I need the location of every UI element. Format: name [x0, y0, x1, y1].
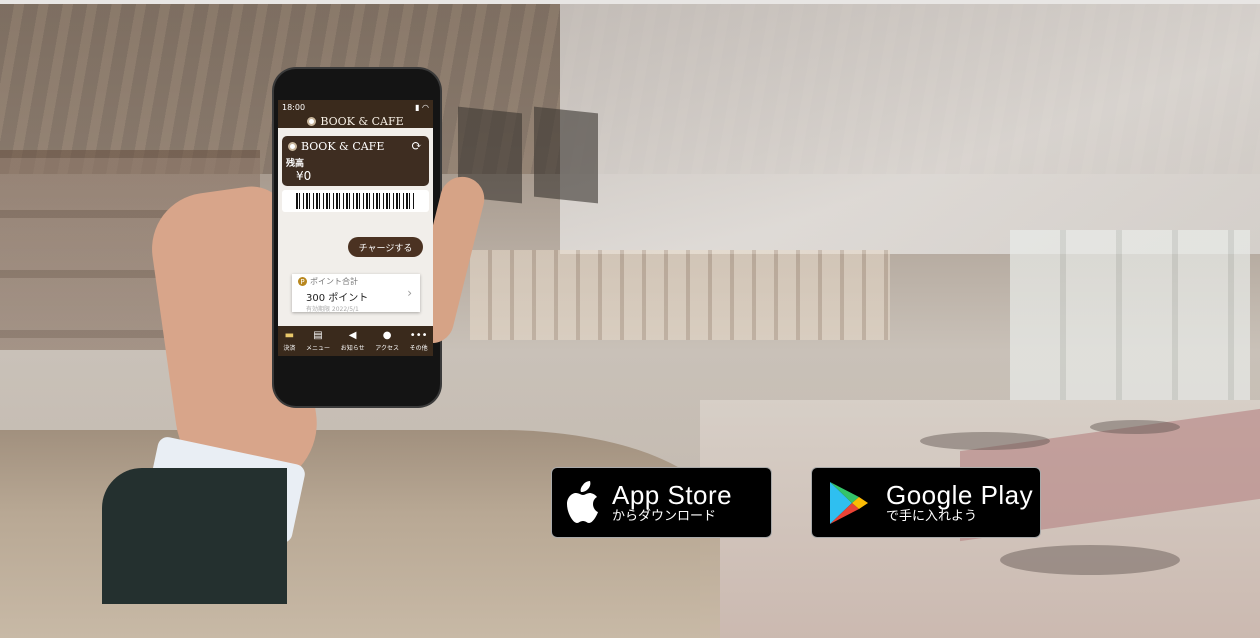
app-store-subtitle: からダウンロード — [612, 508, 717, 524]
tab-news[interactable]: ◀ お知らせ — [340, 329, 365, 352]
logo-icon — [307, 116, 317, 126]
refresh-icon[interactable]: ⟳ — [411, 139, 422, 154]
points-icon: P — [298, 277, 307, 286]
points-value: 300 ポイント — [306, 293, 369, 304]
menu-sign — [534, 106, 598, 204]
google-play-icon — [812, 480, 886, 526]
card-brand: BOOK & CAFE — [288, 140, 384, 153]
payment-icon: ▬ — [284, 329, 295, 341]
tab-label: 決済 — [283, 344, 296, 352]
points-label-row: P ポイント合計 — [298, 276, 358, 287]
app-store-button[interactable]: App Store からダウンロード — [551, 467, 772, 538]
windows — [1010, 230, 1250, 410]
tab-payment[interactable]: ▬ 決済 — [283, 329, 296, 352]
tab-label: その他 — [409, 344, 428, 352]
logo-icon — [288, 142, 297, 151]
points-label: ポイント合計 — [310, 277, 358, 286]
tab-label: アクセス — [375, 344, 399, 352]
barcode-icon — [295, 193, 416, 209]
tab-label: お知らせ — [340, 344, 365, 352]
app-title: BOOK & CAFE — [320, 114, 404, 128]
tab-other[interactable]: ••• その他 — [409, 329, 428, 352]
google-play-button[interactable]: Google Play で手に入れよう — [811, 467, 1041, 538]
app-screen: 18:00 ▮ ◠ BOOK & CAFE BOOK & CAFE ⟳ 残高 ¥… — [278, 100, 433, 356]
chevron-right-icon: › — [407, 286, 412, 300]
tab-bar: ▬ 決済 ▤ メニュー ◀ お知らせ ● アクセス ••• その他 — [278, 326, 433, 356]
google-play-text: Google Play で手に入れよう — [886, 481, 1033, 525]
prepaid-card: BOOK & CAFE ⟳ 残高 ¥0 — [282, 136, 429, 186]
signal-wifi-icon: ▮ ◠ — [415, 102, 429, 112]
tab-access[interactable]: ● アクセス — [375, 329, 399, 352]
cafe-table — [1000, 545, 1180, 575]
status-time: 18:00 — [282, 102, 306, 112]
card-brand-text: BOOK & CAFE — [301, 140, 385, 153]
status-bar: 18:00 ▮ ◠ — [278, 100, 433, 114]
cafe-table — [920, 432, 1050, 450]
cafe-table — [1090, 420, 1180, 434]
menu-book-icon: ▤ — [313, 329, 323, 341]
balance-label: 残高 — [286, 159, 305, 169]
book-wall — [470, 250, 890, 340]
points-card[interactable]: P ポイント合計 300 ポイント › 有効期限 2022/5/1 — [292, 274, 420, 313]
more-dots-icon: ••• — [409, 329, 428, 341]
google-play-subtitle: で手に入れよう — [886, 508, 978, 524]
balance-value: ¥0 — [296, 169, 312, 183]
megaphone-icon: ◀ — [348, 329, 357, 341]
ceiling-right — [560, 4, 1260, 254]
tab-menu[interactable]: ▤ メニュー — [306, 329, 331, 352]
tab-label: メニュー — [306, 344, 331, 352]
apple-icon — [552, 480, 612, 525]
app-store-title: App Store — [612, 479, 733, 510]
suit-sleeve — [102, 468, 287, 604]
barcode — [282, 190, 429, 212]
charge-button[interactable]: チャージする — [348, 237, 423, 257]
app-store-text: App Store からダウンロード — [612, 481, 732, 525]
app-header: BOOK & CAFE — [278, 114, 433, 128]
points-expiry: 有効期限 2022/5/1 — [306, 306, 359, 313]
location-pin-icon: ● — [382, 329, 392, 341]
google-play-title: Google Play — [886, 479, 1034, 510]
